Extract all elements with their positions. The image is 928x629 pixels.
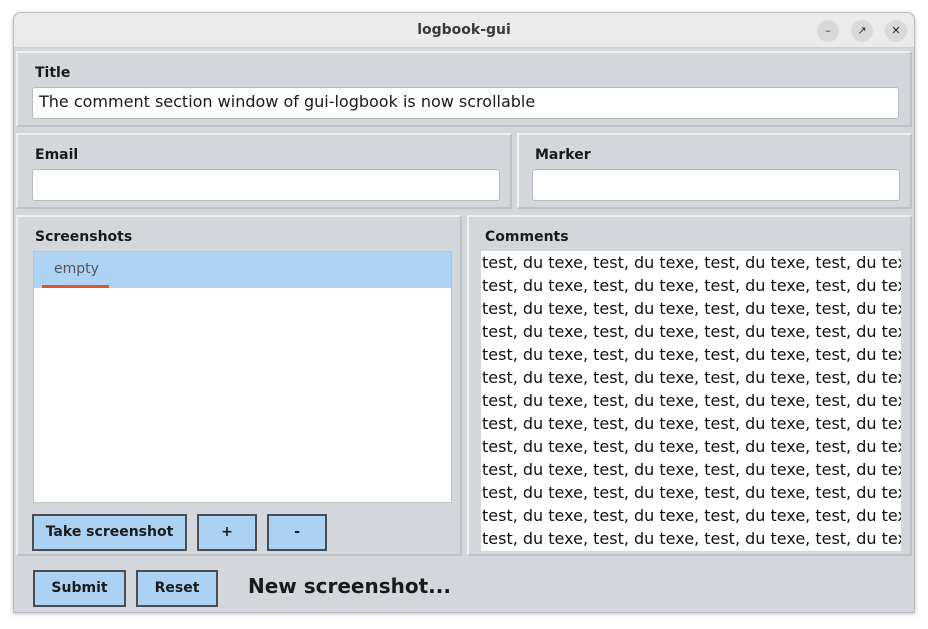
comment-line: test, du texe, test, du texe, test, du t… <box>482 299 901 318</box>
list-item-label: empty <box>54 261 99 277</box>
comment-line: test, du texe, test, du texe, test, du t… <box>482 253 901 272</box>
close-icon[interactable]: ✕ <box>885 20 907 42</box>
title-label: Title <box>35 65 71 81</box>
take-screenshot-button[interactable]: Take screenshot <box>32 514 187 551</box>
status-text: New screenshot... <box>248 574 451 598</box>
submit-button[interactable]: Submit <box>33 570 126 607</box>
comment-line: test, du texe, test, du texe, test, du t… <box>482 460 901 479</box>
screenshots-list[interactable]: empty <box>33 251 452 503</box>
comment-line: test, du texe, test, du texe, test, du t… <box>482 345 901 364</box>
add-screenshot-button[interactable]: + <box>197 514 257 551</box>
list-item[interactable]: empty <box>34 252 451 288</box>
email-input[interactable] <box>32 169 500 201</box>
comment-line: test, du texe, test, du texe, test, du t… <box>482 322 901 341</box>
comments-label: Comments <box>485 229 569 245</box>
comment-line: test, du texe, test, du texe, test, du t… <box>482 414 901 433</box>
screenshots-label: Screenshots <box>35 229 133 245</box>
window-title: logbook-gui <box>417 22 511 38</box>
minimize-icon[interactable]: – <box>817 20 839 42</box>
email-label: Email <box>35 147 79 163</box>
comment-line: test, du texe, test, du texe, test, du t… <box>482 368 901 387</box>
comments-panel: Comments test, du texe, test, du texe, t… <box>467 215 912 556</box>
marker-label: Marker <box>535 147 591 163</box>
comment-line: test, du texe, test, du texe, test, du t… <box>482 276 901 295</box>
marker-panel: Marker <box>517 133 912 209</box>
focus-underline <box>42 285 109 288</box>
comment-line: test, du texe, test, du texe, test, du t… <box>482 437 901 456</box>
maximize-icon[interactable]: ↗ <box>851 20 873 42</box>
screenshots-panel: Screenshots empty Take screenshot + - <box>16 215 462 556</box>
title-input[interactable]: The comment section window of gui-logboo… <box>32 87 899 119</box>
comment-line: test, du texe, test, du texe, test, du t… <box>482 529 901 548</box>
comment-line: test, du texe, test, du texe, test, du t… <box>482 391 901 410</box>
title-panel: Title The comment section window of gui-… <box>16 51 912 127</box>
reset-button[interactable]: Reset <box>136 570 218 607</box>
remove-screenshot-button[interactable]: - <box>267 514 327 551</box>
comments-textarea[interactable]: test, du texe, test, du texe, test, du t… <box>481 251 901 551</box>
marker-input[interactable] <box>532 169 900 201</box>
app-window: logbook-gui – ↗ ✕ Title The comment sect… <box>13 12 915 613</box>
titlebar[interactable]: logbook-gui – ↗ ✕ <box>14 13 914 48</box>
comment-line: test, du texe, test, du texe, test, du t… <box>482 483 901 502</box>
email-panel: Email <box>16 133 512 209</box>
comment-line: test, du texe, test, du texe, test, du t… <box>482 506 901 525</box>
